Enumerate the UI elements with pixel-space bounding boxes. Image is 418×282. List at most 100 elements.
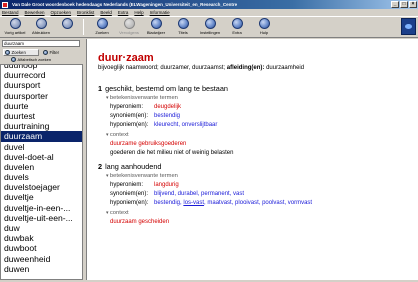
close-button[interactable]: × bbox=[409, 1, 417, 8]
context-toggle[interactable]: context bbox=[106, 210, 129, 216]
relation-row: hyperoniem: deugdelijk bbox=[110, 104, 181, 110]
search-toolbar-label: Zoeken bbox=[95, 30, 109, 35]
bookmark-label: Bladwijzer bbox=[146, 30, 166, 35]
headword: duur·zaam bbox=[98, 52, 154, 64]
window-title: Van Dale Groot woordenboek hedendaags Ne… bbox=[12, 2, 238, 7]
relation-link[interactable]: bestendig bbox=[154, 113, 180, 119]
relation-link[interactable]: , maatvast, plooivast, poolvast, vormvas… bbox=[204, 200, 312, 206]
sense-number: 2 bbox=[98, 162, 103, 171]
next-icon bbox=[123, 18, 135, 29]
relation-link[interactable]: blijvend, durabel, permanent, vast bbox=[154, 191, 244, 197]
word-list[interactable]: duurloop duurrecord duursport duursporte… bbox=[0, 64, 83, 280]
settings-button[interactable]: Instellingen bbox=[197, 18, 223, 36]
list-item[interactable]: duurtraining bbox=[1, 121, 82, 131]
relation-label: hyponiem(en): bbox=[110, 122, 149, 128]
list-item[interactable]: duwen bbox=[1, 264, 82, 274]
list-item[interactable]: duveltje bbox=[1, 192, 82, 202]
search-button[interactable]: Zoeken bbox=[3, 49, 39, 56]
context-example: duurzaam gescheiden bbox=[110, 219, 169, 225]
grammar-derivation: duurzaamheid bbox=[266, 65, 305, 71]
menu-bestand[interactable]: Bestand bbox=[2, 9, 19, 16]
list-item[interactable]: duursport bbox=[1, 80, 82, 90]
menu-bewerken[interactable]: Bewerken bbox=[25, 9, 45, 16]
titles-icon bbox=[177, 18, 189, 29]
related-terms-toggle[interactable]: betekenisverwante termen bbox=[106, 95, 178, 101]
title-bar[interactable]: Van Dale Groot woordenboek hedendaags Ne… bbox=[0, 0, 418, 9]
grammar-prefix: bijvoeglijk naamwoord; duurzamer, duurza… bbox=[98, 65, 226, 71]
search-button-label: Zoeken bbox=[11, 49, 26, 55]
relation-label: synoniem(en): bbox=[110, 113, 149, 119]
relation-link[interactable]: deugdelijk bbox=[154, 104, 181, 110]
home-button[interactable] bbox=[54, 18, 80, 36]
sense-definition: geschikt, bestemd om lang te bestaan bbox=[105, 84, 228, 93]
list-item[interactable]: duurtest bbox=[1, 111, 82, 121]
prev-article-button[interactable]: Vorig artikel bbox=[2, 18, 28, 36]
minimize-button[interactable]: _ bbox=[391, 1, 399, 8]
relation-row: hyperoniem: langdurig bbox=[110, 182, 179, 188]
toolbar: Vorig artikel Afdrukken Zoeken Vervolgen… bbox=[0, 16, 418, 38]
help-button[interactable]: Hulp bbox=[251, 18, 277, 36]
list-item[interactable]: duvel-doet-al bbox=[1, 152, 82, 162]
next-button[interactable]: Vervolgens bbox=[116, 18, 142, 36]
menu-beeld[interactable]: Beeld bbox=[100, 9, 112, 16]
list-item[interactable]: duvelstoejager bbox=[1, 182, 82, 192]
related-terms-toggle[interactable]: betekenisverwante termen bbox=[106, 173, 178, 179]
menu-opzoeken[interactable]: Opzoeken bbox=[51, 9, 72, 16]
list-item[interactable]: duwbak bbox=[1, 233, 82, 243]
bookmark-icon bbox=[150, 18, 162, 29]
relation-link-underlined[interactable]: los-vast bbox=[183, 200, 204, 206]
next-label: Vervolgens bbox=[119, 30, 139, 35]
alphabetical-search-button[interactable]: Alfabetisch zoeken bbox=[10, 56, 65, 63]
maximize-button[interactable]: □ bbox=[400, 1, 408, 8]
search-icon bbox=[96, 18, 108, 29]
print-icon bbox=[35, 18, 47, 29]
list-item[interactable]: duweenheid bbox=[1, 254, 82, 264]
print-button[interactable]: Afdrukken bbox=[28, 18, 54, 36]
relation-link[interactable]: langdurig bbox=[154, 182, 179, 188]
filter-icon bbox=[43, 50, 48, 55]
context-toggle[interactable]: context bbox=[106, 132, 129, 138]
list-item[interactable]: duvel bbox=[1, 142, 82, 152]
sense-definition: lang aanhoudend bbox=[105, 162, 162, 171]
menu-extra[interactable]: Extra bbox=[118, 9, 129, 16]
context-link[interactable]: duurzame gebruiksgoederen bbox=[110, 141, 186, 147]
context-link[interactable]: duurzaam gescheiden bbox=[110, 219, 169, 225]
relation-label: synoniem(en): bbox=[110, 191, 149, 197]
sense-2: 2 lang aanhoudend bbox=[98, 162, 161, 171]
grammar-derivation-label: afleiding(en): bbox=[226, 65, 265, 71]
context-text: goederen die het milieu niet of weinig b… bbox=[110, 150, 234, 156]
extra-label: Extra bbox=[232, 30, 242, 35]
list-item[interactable]: duursporter bbox=[1, 91, 82, 101]
prev-article-icon bbox=[9, 18, 21, 29]
extra-button[interactable]: Extra bbox=[224, 18, 250, 36]
list-item[interactable]: duveltje-in-een-... bbox=[1, 203, 82, 213]
settings-icon bbox=[204, 18, 216, 29]
search-input[interactable] bbox=[2, 40, 80, 47]
context-example: duurzame gebruiksgoederen bbox=[110, 141, 186, 147]
relation-link[interactable]: bestendig, bbox=[154, 200, 182, 206]
list-item[interactable]: duwboot bbox=[1, 243, 82, 253]
menu-bronklist[interactable]: Bronklist bbox=[77, 9, 94, 16]
relation-label: hyperoniem: bbox=[110, 182, 144, 188]
list-item[interactable]: duurte bbox=[1, 101, 82, 111]
context-explanation: goederen die het milieu niet of weinig b… bbox=[110, 150, 233, 156]
sense-number: 1 bbox=[98, 84, 103, 93]
list-item[interactable]: duvels bbox=[1, 172, 82, 182]
search-toolbar-button[interactable]: Zoeken bbox=[89, 18, 115, 36]
list-item-selected[interactable]: duurzaam bbox=[1, 131, 82, 142]
list-item[interactable]: duvelen bbox=[1, 162, 82, 172]
bookmark-button[interactable]: Bladwijzer bbox=[143, 18, 169, 36]
menu-help[interactable]: Help bbox=[134, 9, 143, 16]
titles-button[interactable]: Titels bbox=[170, 18, 196, 36]
relation-link[interactable]: kleurecht, onverslijtbaar bbox=[154, 122, 217, 128]
filter-button[interactable]: Filter bbox=[42, 49, 80, 56]
menu-informatie[interactable]: Informatie bbox=[150, 9, 170, 16]
extra-icon bbox=[231, 18, 243, 29]
list-item[interactable]: duw bbox=[1, 223, 82, 233]
list-item[interactable]: duveltje-uit-een-... bbox=[1, 213, 82, 223]
help-icon bbox=[258, 18, 270, 29]
list-item[interactable]: duurrecord bbox=[1, 70, 82, 80]
relation-row: synoniem(en): blijvend, durabel, permanen… bbox=[110, 191, 244, 197]
relation-row: hyponiem(en): kleurecht, onverslijtbaar bbox=[110, 122, 217, 128]
grammar-line: bijvoeglijk naamwoord; duurzamer, duurza… bbox=[98, 65, 304, 71]
